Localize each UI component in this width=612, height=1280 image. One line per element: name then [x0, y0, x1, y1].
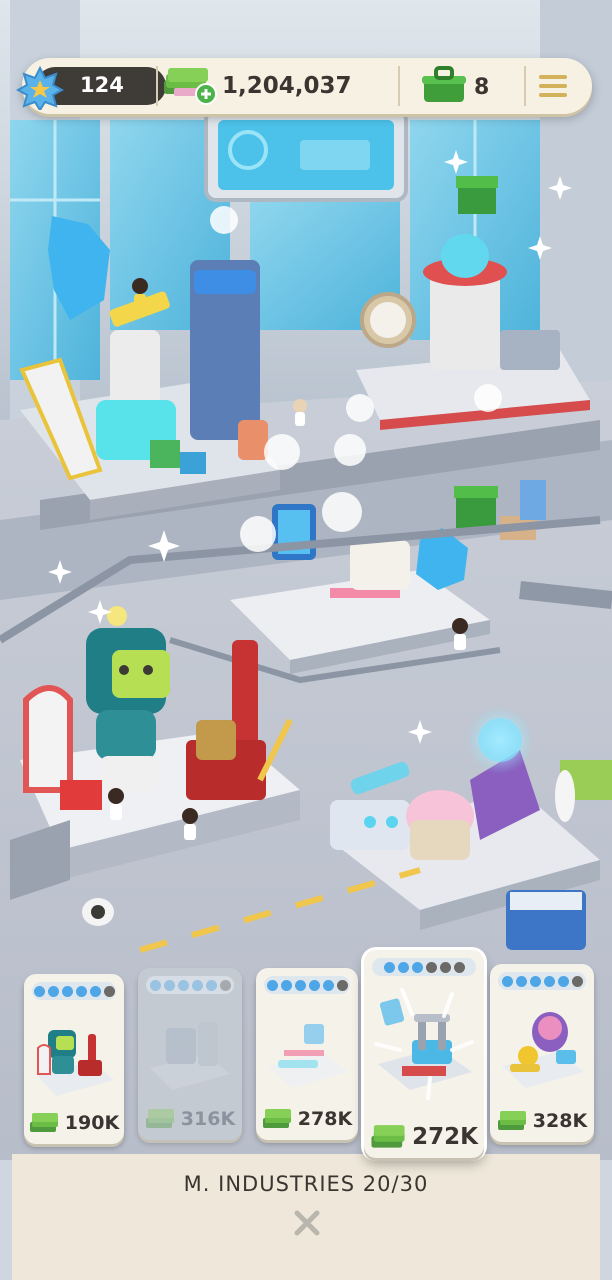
progress-dot-filled [322, 979, 334, 991]
progress-dot-filled [205, 979, 217, 991]
cash-icon [497, 1111, 526, 1130]
green-toolbox-icon[interactable] [420, 66, 468, 106]
card-progress-dots [32, 982, 116, 1000]
hamburger-menu-icon[interactable] [530, 66, 576, 106]
card-progress-dots [372, 958, 476, 976]
progress-dot-filled [529, 975, 541, 987]
progress-dot-empty [425, 961, 437, 973]
cash-icon [262, 1109, 291, 1128]
progress-dot-empty [103, 985, 115, 997]
cash-amount: 1,204,037 [222, 73, 352, 99]
cash-icon [145, 1109, 174, 1128]
robot-assembly-thumbnail [36, 1030, 114, 1096]
progress-dot-filled [294, 979, 306, 991]
progress-dot-filled [149, 979, 161, 991]
progress-dot-filled [33, 985, 45, 997]
card-price: 278K [297, 1108, 353, 1130]
player-level: 124 [80, 73, 124, 97]
progress-dot-filled [501, 975, 513, 987]
progress-dot-empty [439, 961, 451, 973]
wall-monitor [204, 108, 408, 202]
progress-dot-empty [453, 961, 465, 973]
progress-dot-filled [280, 979, 292, 991]
toolbox-count: 8 [474, 75, 490, 100]
cash-icon [29, 1113, 58, 1132]
card-price: 190K [64, 1112, 120, 1134]
cash-stack-plus-icon[interactable] [160, 66, 218, 106]
progress-dot-empty [219, 979, 231, 991]
lab-platform-thumbnail [268, 1024, 348, 1088]
progress-dot-filled [308, 979, 320, 991]
progress-dot-filled [411, 961, 423, 973]
hud-divider [524, 66, 526, 106]
progress-dot-empty [571, 975, 583, 987]
progress-dot-filled [543, 975, 555, 987]
cleaner-bot [82, 898, 114, 926]
progress-dot-filled [557, 975, 569, 987]
close-x-icon[interactable] [290, 1206, 324, 1240]
progress-dot-filled [191, 979, 203, 991]
workshop-thumbnail [150, 1022, 230, 1090]
progress-dot-filled [397, 961, 409, 973]
progress-dot-filled [61, 985, 73, 997]
hud-divider [156, 66, 158, 106]
progress-dot-filled [177, 979, 189, 991]
card-progress-dots [498, 972, 586, 990]
progress-dot-filled [266, 979, 278, 991]
star-badge-icon[interactable] [16, 66, 64, 110]
factory-progress-title: M. INDUSTRIES 20/30 [183, 1172, 429, 1196]
robot-head-station-thumbnail [502, 1012, 584, 1088]
card-price: 272K [412, 1124, 478, 1150]
machine-card-workshop[interactable]: 316K [138, 968, 242, 1140]
press-machine-thumbnail [374, 988, 474, 1100]
progress-dot-filled [163, 979, 175, 991]
cash-icon [371, 1125, 405, 1148]
card-price: 328K [532, 1110, 588, 1132]
machine-card-lab-platform[interactable]: 278K [256, 968, 358, 1140]
progress-dot-filled [89, 985, 101, 997]
progress-dot-empty [336, 979, 348, 991]
progress-dot-filled [47, 985, 59, 997]
progress-dot-filled [383, 961, 395, 973]
card-price: 316K [180, 1108, 236, 1130]
machine-card-press-machine[interactable]: 272K [364, 950, 484, 1158]
machine-card-robot-head-station[interactable]: 328K [490, 964, 594, 1142]
progress-dot-filled [75, 985, 87, 997]
machine-card-robot-assembly[interactable]: 190K [24, 974, 124, 1144]
hud-divider [398, 66, 400, 106]
card-progress-dots [264, 976, 350, 994]
card-progress-dots [146, 976, 234, 994]
progress-dot-filled [515, 975, 527, 987]
